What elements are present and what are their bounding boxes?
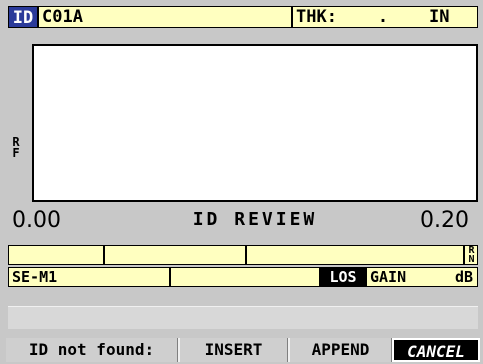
los-badge: LOS xyxy=(320,267,366,287)
rf-label: R F xyxy=(10,136,22,160)
gain-field: GAIN dB xyxy=(366,267,478,287)
range-start: 0.00 xyxy=(12,208,61,233)
screen-title: ID REVIEW xyxy=(192,209,318,230)
status-field-1 xyxy=(8,245,104,265)
status-field-3 xyxy=(246,245,464,265)
status-field-2 xyxy=(104,245,246,265)
status-field-mid xyxy=(170,267,320,287)
rn-indicator-line2: N xyxy=(468,254,475,265)
rn-indicator: R N xyxy=(464,245,478,265)
cancel-button[interactable]: CANCEL xyxy=(392,338,480,362)
prompt-label: ID not found: xyxy=(6,338,178,362)
range-end: 0.20 xyxy=(420,208,469,233)
message-bar xyxy=(8,306,478,329)
insert-button[interactable]: INSERT xyxy=(178,338,288,362)
waveform-display xyxy=(32,44,478,202)
softkey-bar: ID not found: INSERT APPEND CANCEL xyxy=(6,338,480,362)
thickness-readout: THK: . IN xyxy=(292,6,478,28)
append-button[interactable]: APPEND xyxy=(288,338,392,362)
transducer-mode: SE-M1 xyxy=(8,267,170,287)
gain-unit: dB xyxy=(454,268,473,286)
gain-label: GAIN xyxy=(370,268,407,286)
id-tag: ID xyxy=(8,6,38,28)
id-field[interactable]: C01A xyxy=(38,6,292,28)
rf-label-line2: F xyxy=(12,146,20,160)
header-row: ID C01A THK: . IN xyxy=(8,6,478,28)
